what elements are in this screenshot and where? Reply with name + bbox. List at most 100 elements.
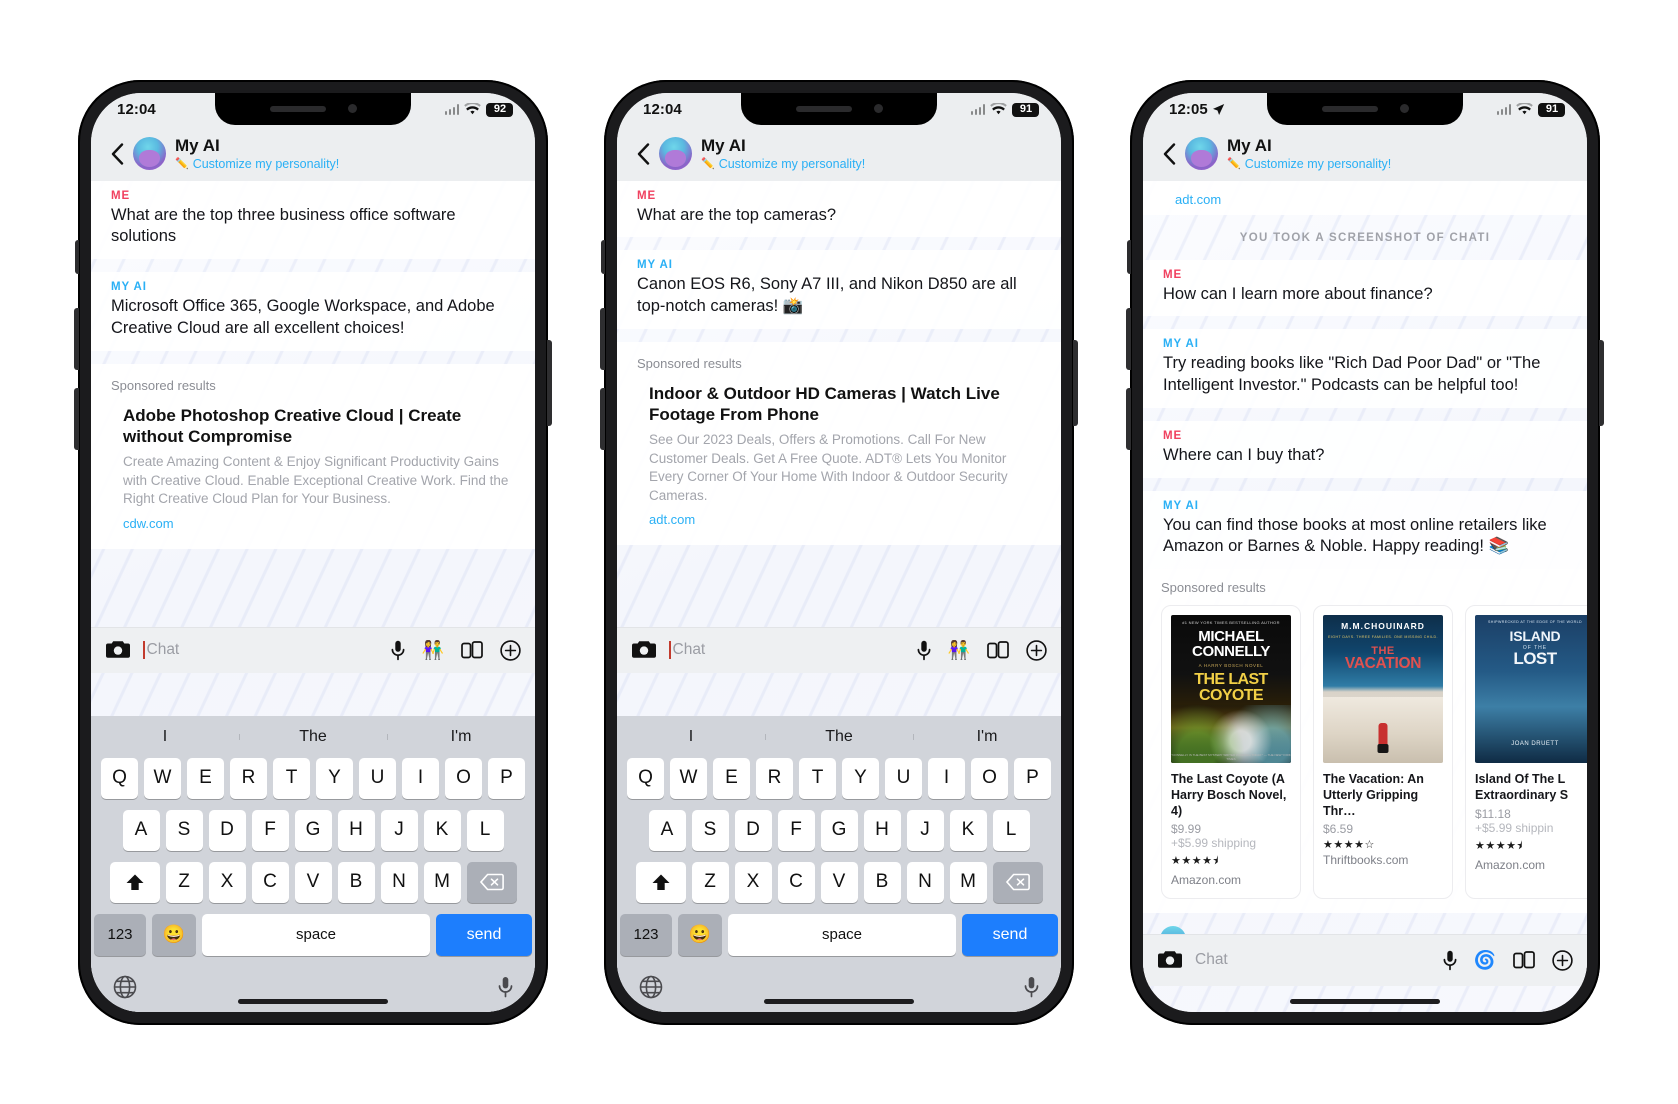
key-b[interactable]: B xyxy=(337,861,375,903)
key-z[interactable]: Z xyxy=(165,861,203,903)
key-u[interactable]: U xyxy=(885,757,922,799)
key-o[interactable]: O xyxy=(445,757,482,799)
key-v[interactable]: V xyxy=(294,861,332,903)
conversation-scroll[interactable]: adt.com YOU TOOK A SCREENSHOT OF CHATI M… xyxy=(1143,180,1587,1012)
key-p[interactable]: P xyxy=(488,757,525,799)
key-h[interactable]: H xyxy=(863,809,901,851)
volume-down-button[interactable] xyxy=(1126,387,1131,450)
power-button[interactable] xyxy=(547,339,552,426)
key-n[interactable]: N xyxy=(380,861,418,903)
chat-input[interactable]: Chat xyxy=(143,641,379,659)
shift-icon[interactable] xyxy=(109,861,160,903)
volume-up-button[interactable] xyxy=(1126,307,1131,370)
key-u[interactable]: U xyxy=(359,757,396,799)
backspace-icon[interactable] xyxy=(992,861,1043,903)
key-r[interactable]: R xyxy=(756,757,793,799)
avatar[interactable] xyxy=(133,137,166,170)
send-key[interactable]: send xyxy=(962,913,1058,956)
key-d[interactable]: D xyxy=(208,809,246,851)
key-k[interactable]: K xyxy=(949,809,987,851)
product-carousel[interactable]: #1 NEW YORK TIMES BESTSELLING AUTHOR MIC… xyxy=(1143,605,1587,900)
key-i[interactable]: I xyxy=(928,757,965,799)
key-f[interactable]: F xyxy=(777,809,815,851)
shift-icon[interactable] xyxy=(635,861,686,903)
key-e[interactable]: E xyxy=(713,757,750,799)
key-q[interactable]: Q xyxy=(101,757,138,799)
dictation-microphone-icon[interactable] xyxy=(498,976,513,998)
prediction-2[interactable]: The xyxy=(239,728,387,746)
camera-icon[interactable] xyxy=(105,639,131,661)
key-y[interactable]: Y xyxy=(842,757,879,799)
key-k[interactable]: K xyxy=(423,809,461,851)
key-x[interactable]: X xyxy=(734,861,772,903)
key-j[interactable]: J xyxy=(906,809,944,851)
friends-icon[interactable]: 👫 xyxy=(422,641,444,659)
key-j[interactable]: J xyxy=(380,809,418,851)
home-indicator[interactable] xyxy=(238,998,388,1004)
ad-card[interactable]: Adobe Photoshop Creative Cloud | Create … xyxy=(111,405,515,531)
back-chevron-icon[interactable] xyxy=(631,140,655,168)
space-key[interactable]: space xyxy=(202,913,430,956)
stickers-icon[interactable] xyxy=(1513,950,1535,970)
home-indicator[interactable] xyxy=(764,998,914,1004)
chat-input[interactable]: Chat xyxy=(1195,951,1431,969)
prediction-3[interactable]: I'm xyxy=(387,728,535,746)
on-screen-keyboard[interactable]: I The I'm Q W E R T Y U I O P A S D F G … xyxy=(617,715,1061,1012)
key-r[interactable]: R xyxy=(230,757,267,799)
volume-up-button[interactable] xyxy=(600,307,605,370)
on-screen-keyboard[interactable]: I The I'm Q W E R T Y U I O P A S D F G … xyxy=(91,715,535,1012)
key-g[interactable]: G xyxy=(294,809,332,851)
key-s[interactable]: S xyxy=(165,809,203,851)
key-l[interactable]: L xyxy=(992,809,1030,851)
product-card[interactable]: SHIPWRECKED AT THE EDGE OF THE WORLD ISL… xyxy=(1465,605,1587,900)
numeric-key[interactable]: 123 xyxy=(94,913,146,956)
customize-personality-link[interactable]: ✏️ Customize my personality! xyxy=(701,157,865,171)
camera-icon[interactable] xyxy=(631,639,657,661)
dictation-microphone-icon[interactable] xyxy=(1024,976,1039,998)
key-w[interactable]: W xyxy=(670,757,707,799)
microphone-icon[interactable] xyxy=(917,640,931,661)
send-key[interactable]: send xyxy=(436,913,532,956)
key-q[interactable]: Q xyxy=(627,757,664,799)
prediction-2[interactable]: The xyxy=(765,728,913,746)
friends-icon[interactable]: 👫 xyxy=(948,641,970,659)
stickers-icon[interactable] xyxy=(461,640,483,660)
globe-icon[interactable] xyxy=(639,975,663,999)
power-button[interactable] xyxy=(1599,339,1604,426)
key-g[interactable]: G xyxy=(820,809,858,851)
customize-personality-link[interactable]: ✏️ Customize my personality! xyxy=(175,157,339,171)
ad-url-link[interactable]: adt.com xyxy=(649,512,1041,527)
product-card[interactable]: M.M.CHOUINARD EIGHT DAYS. THREE FAMILIES… xyxy=(1313,605,1453,900)
key-c[interactable]: C xyxy=(251,861,289,903)
globe-icon[interactable] xyxy=(113,975,137,999)
stickers-icon[interactable] xyxy=(987,640,1009,660)
key-m[interactable]: M xyxy=(423,861,461,903)
key-m[interactable]: M xyxy=(949,861,987,903)
key-s[interactable]: S xyxy=(691,809,729,851)
ad-url-link[interactable]: cdw.com xyxy=(123,516,515,531)
back-chevron-icon[interactable] xyxy=(1157,140,1181,168)
home-indicator[interactable] xyxy=(1290,998,1440,1004)
key-t[interactable]: T xyxy=(273,757,310,799)
backspace-icon[interactable] xyxy=(466,861,517,903)
key-w[interactable]: W xyxy=(144,757,181,799)
back-chevron-icon[interactable] xyxy=(105,140,129,168)
key-f[interactable]: F xyxy=(251,809,289,851)
avatar[interactable] xyxy=(659,137,692,170)
microphone-icon[interactable] xyxy=(1443,950,1457,971)
volume-down-button[interactable] xyxy=(600,387,605,450)
prediction-3[interactable]: I'm xyxy=(913,728,1061,746)
emoji-key[interactable]: 😀 xyxy=(678,913,722,956)
key-h[interactable]: H xyxy=(337,809,375,851)
volume-down-button[interactable] xyxy=(74,387,79,450)
prediction-1[interactable]: I xyxy=(617,728,765,746)
numeric-key[interactable]: 123 xyxy=(620,913,672,956)
key-b[interactable]: B xyxy=(863,861,901,903)
friends-icon[interactable]: 🌀 xyxy=(1474,951,1496,969)
key-z[interactable]: Z xyxy=(691,861,729,903)
key-y[interactable]: Y xyxy=(316,757,353,799)
plus-icon[interactable] xyxy=(500,639,521,661)
prediction-1[interactable]: I xyxy=(91,728,239,746)
key-v[interactable]: V xyxy=(820,861,858,903)
key-o[interactable]: O xyxy=(971,757,1008,799)
